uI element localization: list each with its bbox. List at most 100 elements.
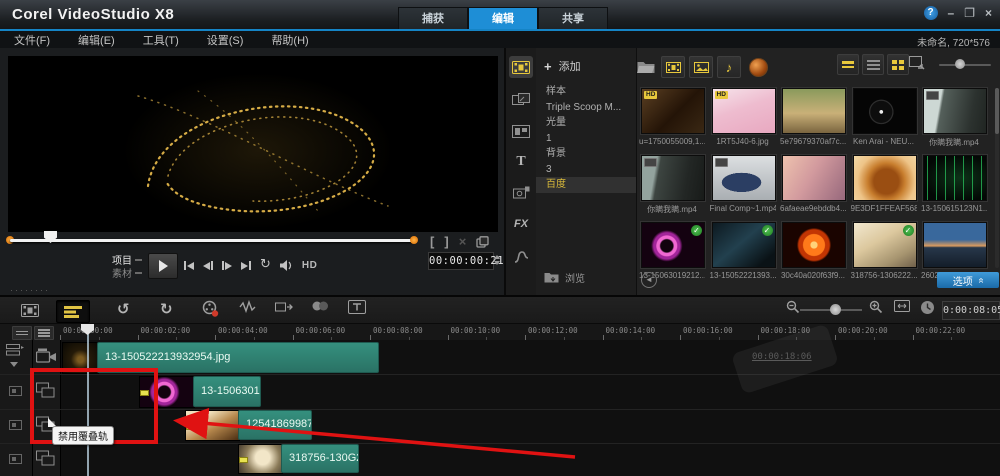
subtitle-editor-icon[interactable]	[348, 300, 366, 314]
timeline-ruler[interactable]: 00:00:00:00 00:00:02:00 00:00:04:00 00:0…	[60, 324, 1000, 341]
clip-mode-label[interactable]: 素材	[112, 264, 142, 282]
fit-timeline-icon[interactable]	[894, 300, 910, 312]
workspace-tab[interactable]: 共享	[538, 7, 608, 31]
list-view-button[interactable]	[862, 54, 884, 75]
options-button[interactable]: 选项 «	[937, 272, 999, 288]
folder-item[interactable]: 样本	[536, 84, 636, 100]
undo-button[interactable]: ↺	[117, 300, 130, 318]
folder-item[interactable]: Triple Scoop M...	[536, 100, 636, 116]
overlay3-mini-icon[interactable]	[9, 454, 22, 464]
mark-in-button[interactable]: [	[430, 234, 434, 249]
minimize-icon[interactable]: –	[948, 6, 955, 20]
media-item[interactable]: HD u=1750055009,1...	[639, 88, 709, 155]
home-button[interactable]	[184, 261, 194, 270]
redo-button[interactable]: ↻	[160, 300, 173, 318]
filter-photos-button[interactable]	[689, 56, 713, 78]
timeline-zoom-knob[interactable]	[830, 304, 841, 315]
workspace-tab[interactable]: 捕获	[398, 7, 468, 31]
menu-item[interactable]: 设置(S)	[193, 32, 258, 48]
restore-icon[interactable]: ❐	[964, 6, 975, 20]
track-expand-caret-icon[interactable]	[10, 362, 18, 367]
media-item[interactable]: 5e79679370af7c...	[780, 88, 850, 155]
preview-timecode[interactable]: 00:00:00:21	[428, 252, 504, 270]
close-icon[interactable]: ×	[985, 6, 992, 20]
trim-end-handle[interactable]	[410, 236, 418, 244]
hd-toggle[interactable]: HD	[302, 260, 317, 271]
media-item[interactable]: ✓ 318756-1306222...	[851, 222, 921, 289]
overlay-track-3-icon[interactable]	[36, 450, 57, 466]
menu-item[interactable]: 工具(T)	[129, 32, 193, 48]
media-item[interactable]: 9E3DF1FFEAF568...	[851, 155, 921, 222]
panel-splitter[interactable]: ········	[10, 285, 50, 295]
next-frame-button[interactable]	[222, 261, 232, 270]
filter-category-icon[interactable]: FX	[509, 213, 533, 235]
storyboard-view-button[interactable]	[14, 300, 46, 321]
mark-out-button[interactable]: ]	[444, 234, 448, 249]
media-item[interactable]: 6afaeae9ebddb4...	[780, 155, 850, 222]
overlay1-mini-icon[interactable]	[9, 386, 22, 396]
import-media-icon[interactable]	[909, 56, 926, 70]
track-view-toggle2-icon[interactable]	[34, 326, 54, 340]
ripple-edit-icon[interactable]	[275, 300, 293, 314]
grid-view-button[interactable]	[887, 54, 909, 75]
end-button[interactable]	[241, 261, 251, 270]
title-category-icon[interactable]: T	[509, 151, 533, 173]
workspace-tab[interactable]: 编辑	[468, 7, 538, 31]
thumbnail-view-button[interactable]	[837, 54, 859, 75]
filter-audio-button[interactable]: ♪	[717, 56, 741, 78]
split-clip-icon[interactable]	[476, 235, 489, 248]
record-capture-icon[interactable]	[202, 300, 219, 317]
timeline-clip-overlay3[interactable]: 318756-130G222	[281, 444, 359, 473]
media-item[interactable]: ✓ 13-15052221393...	[710, 222, 780, 289]
repeat-icon[interactable]: ↻	[260, 256, 271, 272]
motion-path-category-icon[interactable]	[509, 246, 533, 268]
folder-item[interactable]: 背景	[536, 146, 636, 162]
library-360-icon[interactable]	[749, 57, 768, 77]
overlay2-mini-icon[interactable]	[9, 420, 22, 430]
add-folder-button[interactable]: + 添加	[544, 58, 581, 74]
zoom-in-icon[interactable]	[869, 300, 883, 314]
thumbnail-size-knob[interactable]	[955, 59, 965, 69]
graphics-category-icon[interactable]	[509, 181, 533, 203]
media-category-icon[interactable]	[509, 56, 533, 78]
overlay-category-icon[interactable]	[509, 120, 533, 142]
preview-video[interactable]	[8, 56, 498, 232]
transition-category-icon[interactable]	[509, 89, 533, 111]
help-icon[interactable]: ?	[923, 6, 938, 20]
menu-item[interactable]: 帮助(H)	[257, 32, 322, 48]
delete-clip-icon[interactable]: ×	[459, 234, 467, 249]
track-view-toggle-icon[interactable]	[12, 326, 32, 340]
folder-item[interactable]: 光量	[536, 115, 636, 131]
thumbnail-size-slider[interactable]	[939, 64, 991, 66]
library-scrollbar-thumb[interactable]	[995, 88, 999, 134]
menu-item[interactable]: 文件(F)	[0, 32, 64, 48]
open-folder-icon[interactable]	[637, 61, 655, 74]
timecode-stepper[interactable]	[494, 252, 502, 268]
media-item[interactable]: Ken Arai - NEU...	[851, 88, 921, 155]
timeline-clip-overlay1[interactable]: 13-150630192	[193, 376, 261, 407]
play-button[interactable]	[148, 253, 178, 279]
timeline-clip-overlay2[interactable]: 125418699876	[238, 410, 312, 440]
zoom-out-icon[interactable]	[786, 300, 800, 314]
media-item[interactable]: Final Comp~1.mp4	[710, 155, 780, 222]
browse-button[interactable]: 浏览	[544, 270, 585, 285]
folder-item[interactable]: 百度	[536, 177, 636, 193]
folder-item[interactable]: 3	[536, 162, 636, 178]
back-icon[interactable]: ◄	[641, 272, 657, 288]
filter-videos-button[interactable]	[661, 56, 685, 78]
video-track-icon[interactable]	[36, 348, 57, 364]
seek-bar[interactable]	[10, 239, 414, 242]
track-manager-icon[interactable]	[6, 344, 24, 357]
track-effects-icon[interactable]	[311, 300, 329, 312]
media-item[interactable]: 你瞒我瞒.mp4	[921, 88, 991, 155]
timeline-timecode[interactable]: 0:00:08:05	[942, 301, 1000, 320]
previous-frame-button[interactable]	[203, 261, 213, 270]
folder-item[interactable]: 1	[536, 131, 636, 147]
media-item[interactable]: 13-150615123N1...	[921, 155, 991, 222]
media-item[interactable]: 你瞒我瞒.mp4	[639, 155, 709, 222]
sound-mixer-icon[interactable]	[239, 300, 256, 314]
media-item[interactable]: HD 1RT5J40-6.jpg	[710, 88, 780, 155]
menu-item[interactable]: 编辑(E)	[64, 32, 129, 48]
volume-icon[interactable]	[279, 260, 293, 271]
media-item[interactable]: 30c40a020f63f9...	[780, 222, 850, 289]
